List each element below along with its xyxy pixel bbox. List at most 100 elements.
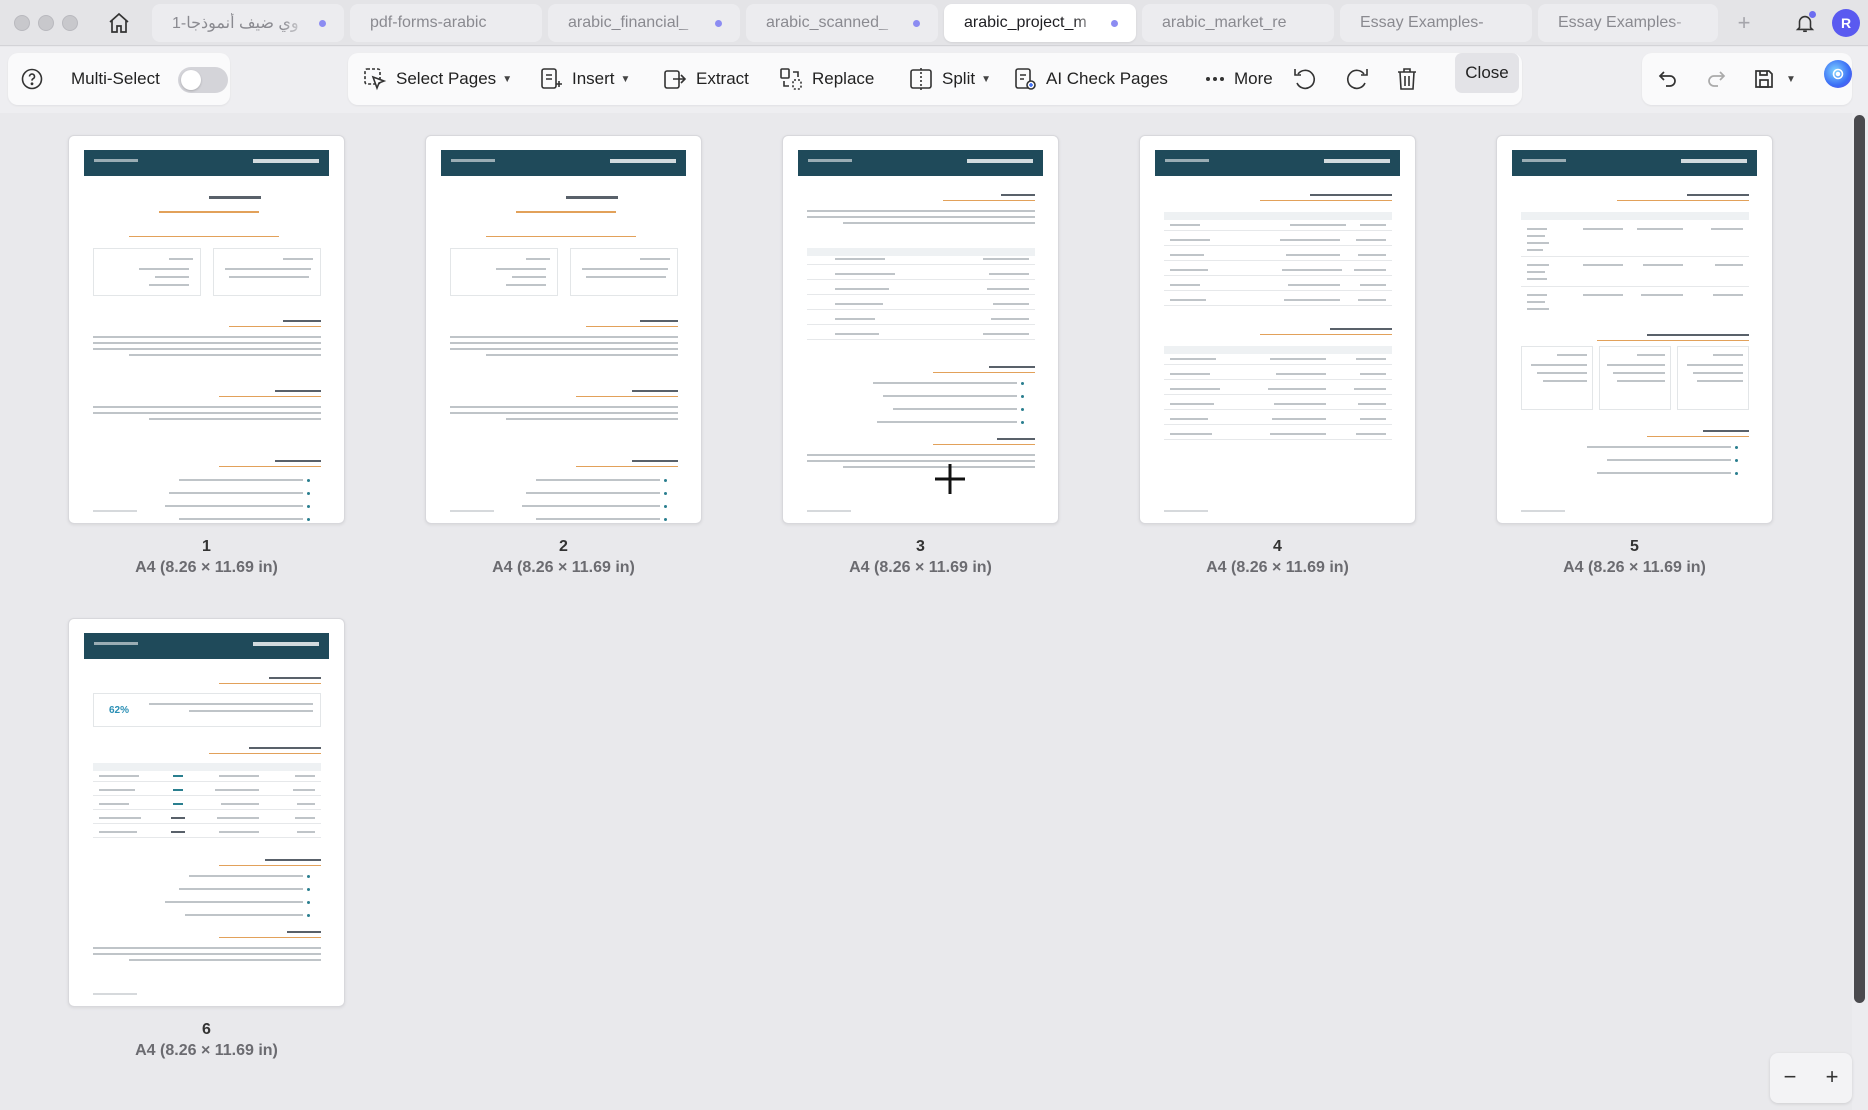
tab-5[interactable]: arabic_project_m: [944, 4, 1136, 42]
tab-label: وي ضيف أنموذجا-1: [172, 15, 299, 32]
doc-header-band: [798, 150, 1043, 176]
tab-label: pdf-forms-arabic: [370, 14, 487, 31]
new-tab-button[interactable]: +: [1730, 8, 1758, 38]
tab-7[interactable]: Essay Examples-: [1340, 4, 1532, 42]
doc-header-band: [1155, 150, 1400, 176]
undo-icon: [1658, 71, 1676, 87]
ai-assistant-icon: [1832, 68, 1844, 80]
page-thumbnail-3[interactable]: [782, 135, 1059, 524]
extract-label: Extract: [696, 69, 749, 88]
more-button[interactable]: More: [1204, 53, 1273, 105]
more-label: More: [1234, 69, 1273, 88]
unsaved-dot: [1111, 19, 1118, 27]
page-number: 5: [1630, 538, 1639, 555]
page-size: A4 (8.26 × 11.69 in): [849, 559, 992, 576]
help-button[interactable]: [20, 53, 44, 105]
multi-select-group: Multi-Select: [8, 53, 230, 105]
title-bar: وي ضيف أنموذجا-1 pdf-forms-arabic arabic…: [0, 0, 1868, 46]
tab-label: arabic_market_re: [1162, 14, 1287, 31]
window-close-button[interactable]: [14, 15, 30, 31]
split-icon: [910, 68, 932, 90]
page-number: 2: [559, 538, 568, 555]
page-thumbnail-grid: 1 A4 (8.26 × 11.69 in) 2 A4 (8.26 × 11.6…: [0, 113, 1852, 1110]
home-icon: [109, 12, 129, 33]
page-thumbnail-5[interactable]: [1496, 135, 1773, 524]
page-number: 4: [1273, 538, 1282, 555]
window-minimize-button[interactable]: [38, 15, 54, 31]
replace-icon: [780, 68, 802, 90]
save-button[interactable]: ▼: [1752, 53, 1796, 105]
tab-label: arabic_project_m: [964, 14, 1087, 31]
doc-header-band: [441, 150, 686, 176]
redo-icon: [1708, 71, 1726, 87]
tab-2[interactable]: pdf-forms-arabic: [350, 4, 542, 42]
page-number: 1: [202, 538, 211, 555]
page-thumbnail-6[interactable]: 62%: [68, 618, 345, 1007]
page-thumbnail-4[interactable]: [1139, 135, 1416, 524]
page-size: A4 (8.26 × 11.69 in): [135, 559, 278, 576]
zoom-out-button[interactable]: −: [1778, 1064, 1802, 1090]
unsaved-dot: [715, 19, 722, 27]
chevron-down-icon: ▼: [502, 73, 513, 85]
chevron-down-icon: ▼: [981, 73, 991, 85]
tab-8[interactable]: Essay Examples-: [1538, 4, 1718, 42]
select-pages-label: Select Pages: [396, 69, 497, 88]
notifications-button[interactable]: [1790, 8, 1820, 38]
split-button[interactable]: Split ▼: [908, 53, 991, 105]
help-icon: [21, 68, 43, 90]
page-size: A4 (8.26 × 11.69 in): [135, 1042, 278, 1059]
window-zoom-button[interactable]: [62, 15, 78, 31]
move-cursor-icon: [935, 464, 965, 494]
ai-check-icon: [1015, 68, 1036, 90]
more-icon: [1206, 77, 1224, 81]
tab-label: arabic_financial_: [568, 14, 689, 31]
undo-button[interactable]: [1656, 53, 1680, 105]
home-button[interactable]: [104, 8, 134, 38]
zoom-in-button[interactable]: +: [1820, 1064, 1844, 1090]
ai-check-pages-button[interactable]: AI Check Pages: [1012, 53, 1168, 105]
rotate-right-button[interactable]: [1344, 53, 1370, 105]
insert-button[interactable]: Insert ▼: [538, 53, 630, 105]
insert-label: Insert: [572, 69, 615, 88]
trash-icon: [1398, 68, 1416, 90]
tab-1[interactable]: وي ضيف أنموذجا-1: [152, 4, 344, 42]
delete-button[interactable]: [1394, 53, 1420, 105]
chevron-down-icon: ▼: [620, 73, 631, 85]
ai-assistant-button[interactable]: [1824, 60, 1852, 88]
rotate-left-icon: [1294, 69, 1316, 90]
close-button[interactable]: Close: [1455, 53, 1519, 93]
scrollbar-thumb[interactable]: [1854, 115, 1865, 1003]
chevron-down-icon: ▼: [1786, 73, 1796, 85]
page-thumbnail-2[interactable]: [425, 135, 702, 524]
doc-header-band: [84, 150, 329, 176]
unsaved-dot: [319, 19, 326, 27]
tab-6[interactable]: arabic_market_re: [1142, 4, 1334, 42]
insert-page-icon: [541, 68, 562, 89]
tab-label: arabic_scanned_: [766, 14, 888, 31]
page-size: A4 (8.26 × 11.69 in): [492, 559, 635, 576]
select-pages-button[interactable]: Select Pages ▼: [362, 53, 512, 105]
ai-check-label: AI Check Pages: [1046, 69, 1168, 88]
progress-percent: 62%: [109, 705, 130, 716]
tab-label: Essay Examples-: [1558, 14, 1682, 31]
extract-button[interactable]: Extract: [662, 53, 749, 105]
page-size: A4 (8.26 × 11.69 in): [1563, 559, 1706, 576]
extract-icon: [664, 70, 687, 89]
multi-select-toggle[interactable]: [178, 67, 228, 93]
tab-3[interactable]: arabic_financial_: [548, 4, 740, 42]
page-thumbnail-1[interactable]: [68, 135, 345, 524]
redo-button[interactable]: [1704, 53, 1728, 105]
page-number: 6: [202, 1021, 211, 1038]
toolbar: Multi-Select Select Pages ▼ Insert ▼ Extra…: [0, 47, 1868, 113]
doc-header-band: [1512, 150, 1757, 176]
replace-button[interactable]: Replace: [778, 53, 874, 105]
avatar[interactable]: R: [1832, 9, 1860, 37]
zoom-control: − +: [1770, 1053, 1852, 1103]
split-label: Split: [942, 69, 976, 88]
doc-header-band: [84, 633, 329, 659]
multi-select-label: Multi-Select: [71, 69, 160, 88]
tab-4[interactable]: arabic_scanned_: [746, 4, 938, 42]
rotate-left-button[interactable]: [1292, 53, 1318, 105]
unsaved-dot: [913, 19, 920, 27]
notification-badge: [1809, 11, 1816, 18]
